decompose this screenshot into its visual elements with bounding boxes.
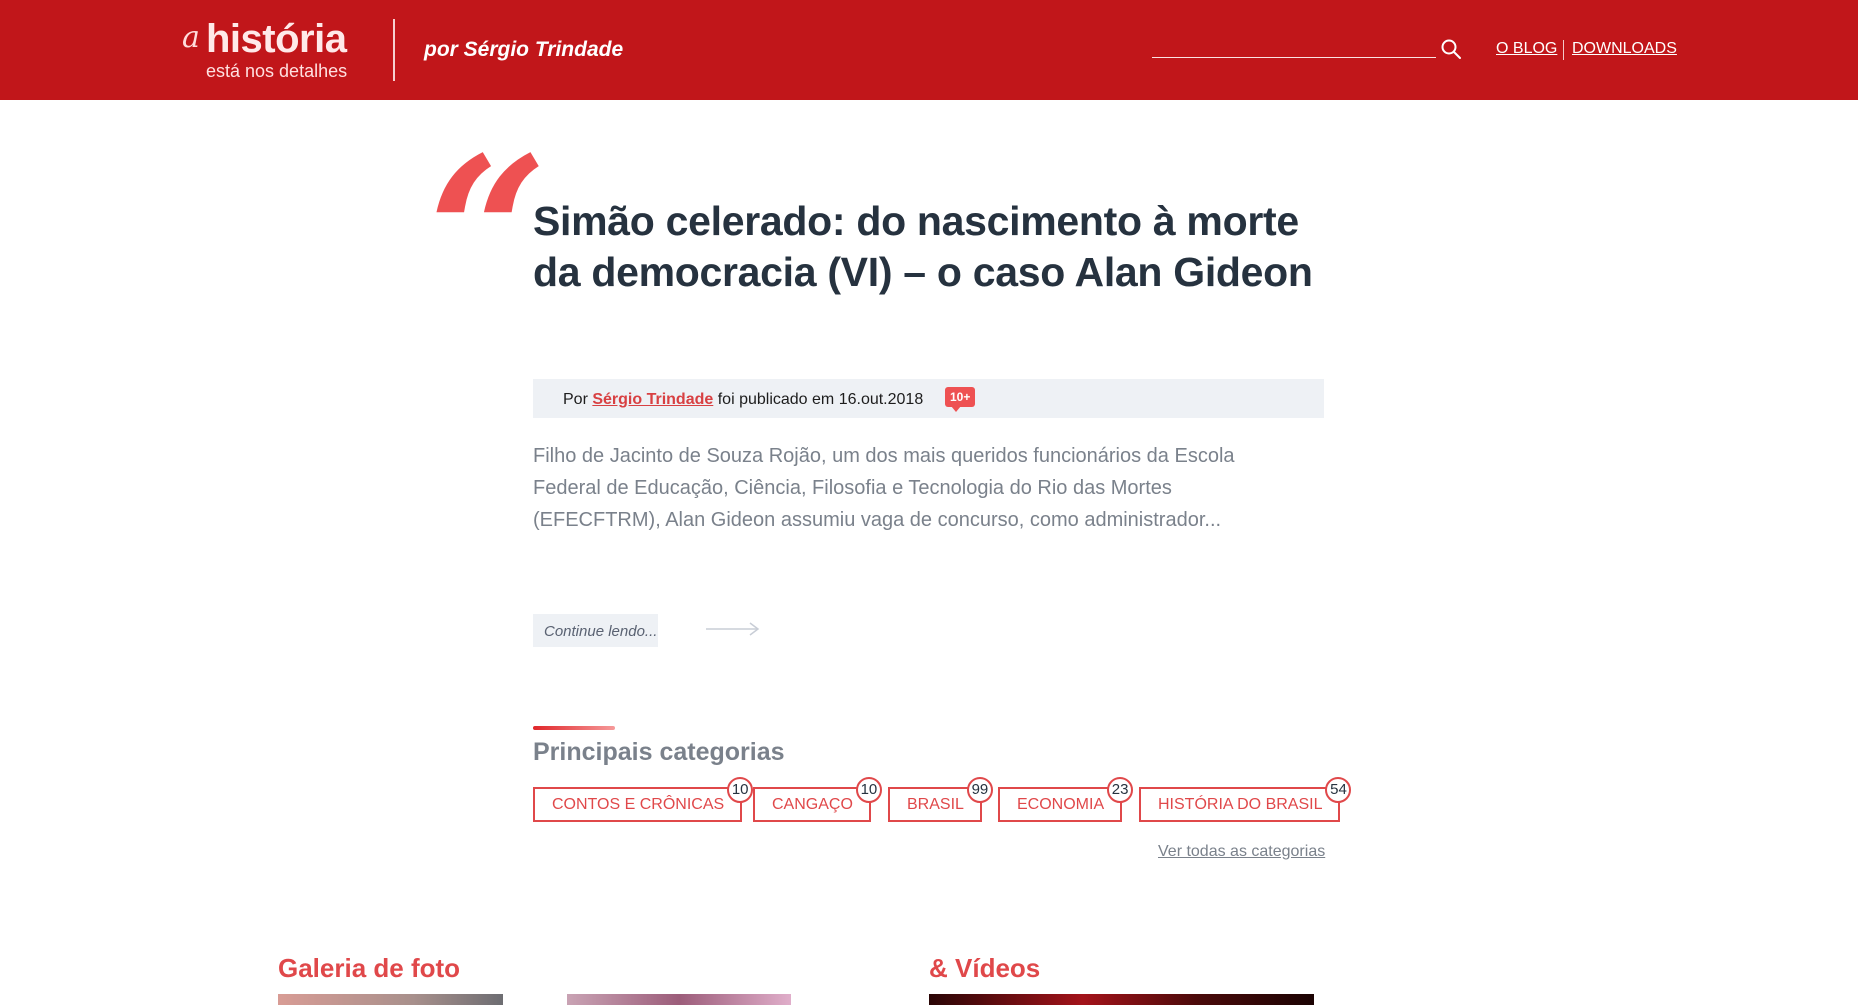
category-label: ECONOMIA — [1017, 796, 1105, 813]
continue-reading-button[interactable]: Continue lendo... — [533, 614, 658, 647]
comments-badge[interactable]: 10+ — [945, 387, 976, 412]
category-count-badge: 99 — [966, 777, 993, 803]
category-label: HISTÓRIA DO BRASIL — [1158, 796, 1323, 813]
category-count-badge: 10 — [727, 777, 754, 803]
videos-title: & Vídeos — [929, 953, 1041, 983]
logo-title[interactable]: história — [206, 17, 347, 62]
meta-published: foi publicado em 16.out.2018 — [717, 391, 924, 408]
site-header: a história está nos detalhes por Sérgio … — [0, 0, 1858, 100]
category-chip-historia-do-brasil[interactable]: HISTÓRIA DO BRASIL 54 — [1139, 777, 1352, 822]
category-label: CONTOS E CRÔNICAS — [552, 796, 725, 813]
category-label: CANGAÇO — [772, 796, 853, 813]
category-count-badge: 54 — [1325, 777, 1352, 803]
category-chip-brasil[interactable]: BRASIL 99 — [888, 777, 993, 822]
category-chip-cangaco[interactable]: CANGAÇO 10 — [753, 777, 882, 822]
post-meta-bar: Por Sérgio Trindade foi publicado em 16.… — [533, 379, 1324, 418]
post-title[interactable]: Simão celerado: do nascimento à morte da… — [533, 196, 1333, 298]
nav-separator — [1563, 40, 1564, 60]
category-count-badge: 10 — [855, 777, 882, 803]
nav-link-downloads[interactable]: DOWNLOADS — [1572, 40, 1677, 58]
search-input[interactable] — [1152, 32, 1436, 58]
categories-accent-bar — [533, 726, 615, 730]
search-icon[interactable] — [1440, 38, 1462, 60]
meta-by-label: Por — [563, 391, 588, 408]
gallery-title: Galeria de foto — [278, 953, 461, 983]
logo-tagline: está nos detalhes — [206, 61, 348, 81]
nav-link-blog[interactable]: O BLOG — [1496, 40, 1557, 58]
categories-heading: Principais categorias — [533, 738, 785, 766]
post-excerpt: Filho de Jacinto de Souza Rojão, um dos … — [533, 445, 1235, 531]
see-all-categories-link[interactable]: Ver todas as categorias — [1158, 843, 1325, 861]
category-chip-contos-e-cronicas[interactable]: CONTOS E CRÔNICAS 10 — [533, 777, 754, 822]
gallery-thumbnail[interactable] — [278, 994, 503, 1005]
meta-author-link[interactable]: Sérgio Trindade — [592, 391, 713, 408]
category-chip-economia[interactable]: ECONOMIA 23 — [998, 777, 1134, 822]
post-meta: Por Sérgio Trindade foi publicado em 16.… — [563, 391, 923, 409]
category-count-badge: 23 — [1107, 777, 1134, 803]
arrow-right-icon[interactable] — [706, 622, 760, 636]
logo-prefix[interactable]: a — [182, 20, 200, 55]
author-tag: por Sérgio Trindade — [424, 38, 624, 61]
gallery-thumbnail[interactable] — [567, 994, 791, 1005]
category-label: BRASIL — [907, 796, 964, 813]
video-thumbnail[interactable] — [929, 994, 1314, 1005]
header-divider — [393, 19, 395, 81]
